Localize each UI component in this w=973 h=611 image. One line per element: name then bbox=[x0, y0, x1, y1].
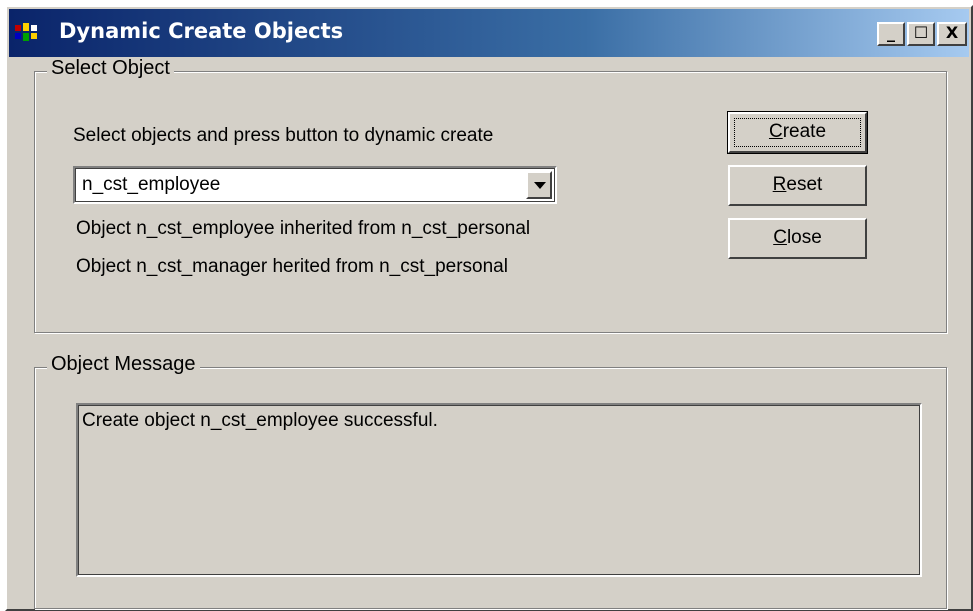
minimize-icon: _ bbox=[887, 23, 895, 42]
message-text: Create object n_cst_employee successful. bbox=[82, 410, 438, 431]
select-object-group-label: Select Object bbox=[47, 57, 174, 80]
inheritance-info-employee: Object n_cst_employee inherited from n_c… bbox=[76, 218, 531, 239]
focus-rect bbox=[734, 118, 861, 147]
create-button[interactable]: Create bbox=[727, 111, 868, 154]
close-icon: X bbox=[945, 23, 959, 42]
close-button[interactable]: Close bbox=[728, 218, 867, 259]
chevron-down-icon[interactable] bbox=[526, 171, 552, 199]
inheritance-info-manager: Object n_cst_manager herited from n_cst_… bbox=[76, 256, 508, 277]
minimize-button[interactable]: _ bbox=[877, 22, 905, 46]
close-button-mnemonic: C bbox=[773, 227, 787, 248]
message-output-box[interactable]: Create object n_cst_employee successful. bbox=[76, 403, 922, 577]
maximize-icon: ☐ bbox=[913, 23, 929, 42]
reset-button-mnemonic: R bbox=[772, 174, 787, 195]
instruction-text: Select objects and press button to dynam… bbox=[73, 125, 494, 146]
reset-button-label: eset bbox=[786, 174, 823, 195]
close-window-button[interactable]: X bbox=[937, 22, 967, 46]
dropdown-selected-value: n_cst_employee bbox=[82, 174, 221, 195]
maximize-button[interactable]: ☐ bbox=[907, 22, 935, 46]
object-message-group-label: Object Message bbox=[47, 353, 200, 376]
title-bar[interactable]: Dynamic Create Objects _ ☐ X bbox=[9, 9, 969, 57]
app-icon bbox=[15, 23, 37, 41]
close-button-label: lose bbox=[786, 227, 822, 248]
window-title: Dynamic Create Objects bbox=[59, 19, 344, 43]
reset-button[interactable]: Reset bbox=[728, 165, 867, 206]
object-select-dropdown[interactable]: n_cst_employee bbox=[73, 166, 557, 204]
